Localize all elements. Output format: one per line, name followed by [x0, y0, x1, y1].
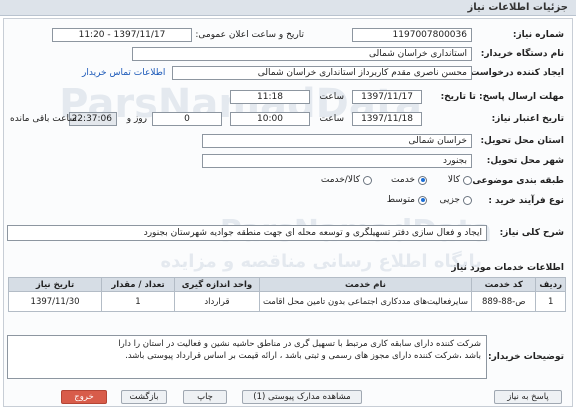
buyer-notes-line-2: باشد ،شرکت کننده دارای مجوز های رسمی و ث…	[125, 351, 481, 361]
days-label: روز و	[126, 114, 147, 124]
send-deadline-label: مهلت ارسال پاسخ: تا تاریخ:	[440, 92, 564, 102]
watermark-subtitle: پایگاه اطلاع رسانی مناقصه و مزایده	[160, 251, 482, 272]
radio-off-icon	[463, 195, 472, 205]
days-remaining-field: 0	[152, 112, 222, 126]
col-service-code: کد خدمت	[471, 277, 537, 292]
announce-label: تاریخ و ساعت اعلان عمومی:	[195, 30, 304, 40]
announce-date-field: 1397/11/17 - 11:20	[52, 28, 192, 42]
reply-button[interactable]: پاسخ به نیاز	[494, 390, 562, 404]
radio-off-icon	[363, 175, 372, 185]
buyer-field: استانداری خراسان شمالی	[132, 47, 472, 61]
validity-time-field: 10:00	[230, 112, 310, 126]
category-option-service[interactable]: خدمت	[391, 175, 427, 185]
services-section-title: اطلاعات خدمات مورد نیاز	[451, 263, 564, 273]
remaining-label: ساعت باقی مانده	[10, 114, 77, 124]
table-row: 1 ص-88-889 سایرفعالیت‌های مددکاری اجتماع…	[7, 291, 566, 312]
description-label: شرح کلی نیاز:	[499, 228, 564, 238]
details-panel: ParsNamadData ParsNamadData پایگاه اطلاع…	[3, 18, 573, 407]
need-number-field: 1197007800036	[352, 28, 472, 42]
radio-off-icon	[463, 175, 472, 185]
cell-row-number: 1	[535, 291, 566, 312]
send-time-label: ساعت	[319, 92, 345, 102]
table-header-row: ردیف کد خدمت نام خدمت واحد اندازه گیری ت…	[7, 277, 566, 292]
creator-label: ایجاد کننده درخواست:	[466, 68, 564, 78]
col-quantity: تعداد / مقدار	[101, 277, 175, 292]
col-unit: واحد اندازه گیری	[173, 277, 260, 292]
radio-on-icon	[418, 175, 427, 185]
buyer-notes-line-1: شرکت کننده دارای سابقه کاری مرتبط با تسه…	[118, 339, 481, 349]
radio-on-icon	[418, 195, 427, 205]
attachments-button[interactable]: مشاهده مدارک پیوستی (1)	[242, 390, 362, 404]
cell-quantity: 1	[101, 291, 175, 312]
category-option-goods[interactable]: کالا	[448, 175, 472, 185]
print-button[interactable]: چاپ	[183, 390, 227, 404]
buyer-contact-link[interactable]: اطلاعات تماس خریدار	[82, 68, 165, 78]
process-label: نوع فرآیند خرید :	[488, 196, 564, 206]
category-option-goods-service[interactable]: کالا/خدمت	[321, 175, 372, 185]
validity-date-field: 1397/11/18	[352, 112, 422, 126]
buyer-notes-field: شرکت کننده دارای سابقه کاری مرتبط با تسه…	[7, 335, 487, 379]
creator-field: محسن ناصری مقدم کاربرداز استانداری خراسا…	[172, 66, 472, 80]
cell-service-code: ص-88-889	[471, 291, 537, 312]
cell-need-date: 1397/11/30	[7, 291, 103, 312]
col-need-date: تاریخ نیاز	[7, 277, 103, 292]
cell-service-name: سایرفعالیت‌های مددکاری اجتماعی بدون تامی…	[258, 291, 473, 312]
province-field: خراسان شمالی	[202, 134, 472, 148]
page-title: جزئیات اطلاعات نیاز	[467, 2, 568, 13]
validity-time-label: ساعت	[319, 114, 345, 124]
exit-button[interactable]: خروج	[61, 390, 107, 404]
buyer-notes-label: توضیحات خریدار:	[488, 352, 564, 362]
buyer-label: نام دستگاه خریدار:	[480, 49, 564, 59]
city-label: شهر محل تحویل:	[486, 156, 564, 166]
province-label: استان محل تحویل:	[480, 136, 564, 146]
city-field: بجنورد	[202, 154, 472, 168]
cell-unit: قرارداد	[173, 291, 260, 312]
services-table: ردیف کد خدمت نام خدمت واحد اندازه گیری ت…	[7, 277, 566, 312]
validity-label: تاریخ اعتبار نیاز:	[491, 114, 564, 124]
need-number-label: شماره نیاز:	[512, 30, 564, 40]
page-header: جزئیات اطلاعات نیاز	[0, 0, 576, 16]
process-option-minor[interactable]: جزیی	[439, 195, 472, 205]
category-label: طبقه بندی موضوعی:	[468, 176, 564, 186]
col-service-name: نام خدمت	[258, 277, 473, 292]
col-row-number: ردیف	[535, 277, 566, 292]
description-field: ایجاد و فعال سازی دفتر تسهیلگری و توسعه …	[7, 225, 487, 241]
process-option-medium[interactable]: متوسط	[387, 195, 427, 205]
send-date-field: 1397/11/17	[352, 90, 422, 104]
back-button[interactable]: بازگشت	[121, 390, 167, 404]
send-time-field: 11:18	[230, 90, 310, 104]
